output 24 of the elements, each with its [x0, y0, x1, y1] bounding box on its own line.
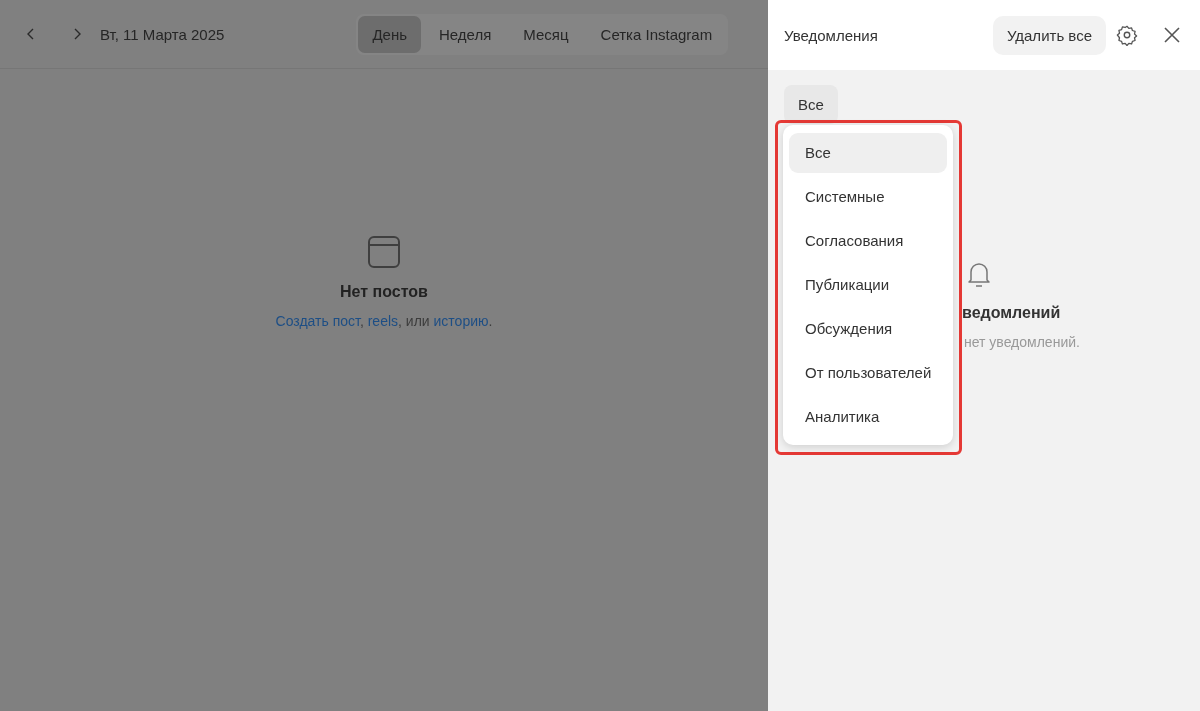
empty-title: ведомлений: [962, 304, 1061, 322]
empty-message: нет уведомлений.: [964, 334, 1080, 350]
filter-option[interactable]: От пользователей: [789, 353, 947, 393]
filter-option[interactable]: Обсуждения: [789, 309, 947, 349]
view-tab[interactable]: Неделя: [425, 15, 506, 53]
filter-option[interactable]: Согласования: [789, 221, 947, 261]
forward-icon[interactable]: [72, 27, 82, 41]
bell-icon: [966, 260, 992, 288]
empty-title: Нет постов: [340, 283, 428, 301]
filter-option[interactable]: Аналитика: [789, 397, 947, 437]
current-date: Вт, 11 Марта 2025: [100, 25, 225, 43]
back-icon[interactable]: [26, 27, 36, 41]
close-icon[interactable]: [1164, 27, 1180, 43]
empty-message: Создать пост, reels, или историю.: [275, 313, 493, 329]
filter-dropdown[interactable]: Все: [784, 85, 838, 124]
post-icon: [367, 235, 401, 269]
view-tab[interactable]: Месяц: [509, 15, 583, 53]
filter-option[interactable]: Публикации: [789, 265, 947, 305]
filter-option[interactable]: Системные: [789, 177, 947, 217]
settings-icon[interactable]: [1116, 24, 1138, 46]
panel-title: Уведомления: [784, 26, 879, 44]
delete-all-button[interactable]: Удалить все: [992, 15, 1106, 55]
view-tab[interactable]: Сетка Instagram: [586, 15, 727, 53]
filter-option[interactable]: Все: [789, 133, 947, 173]
